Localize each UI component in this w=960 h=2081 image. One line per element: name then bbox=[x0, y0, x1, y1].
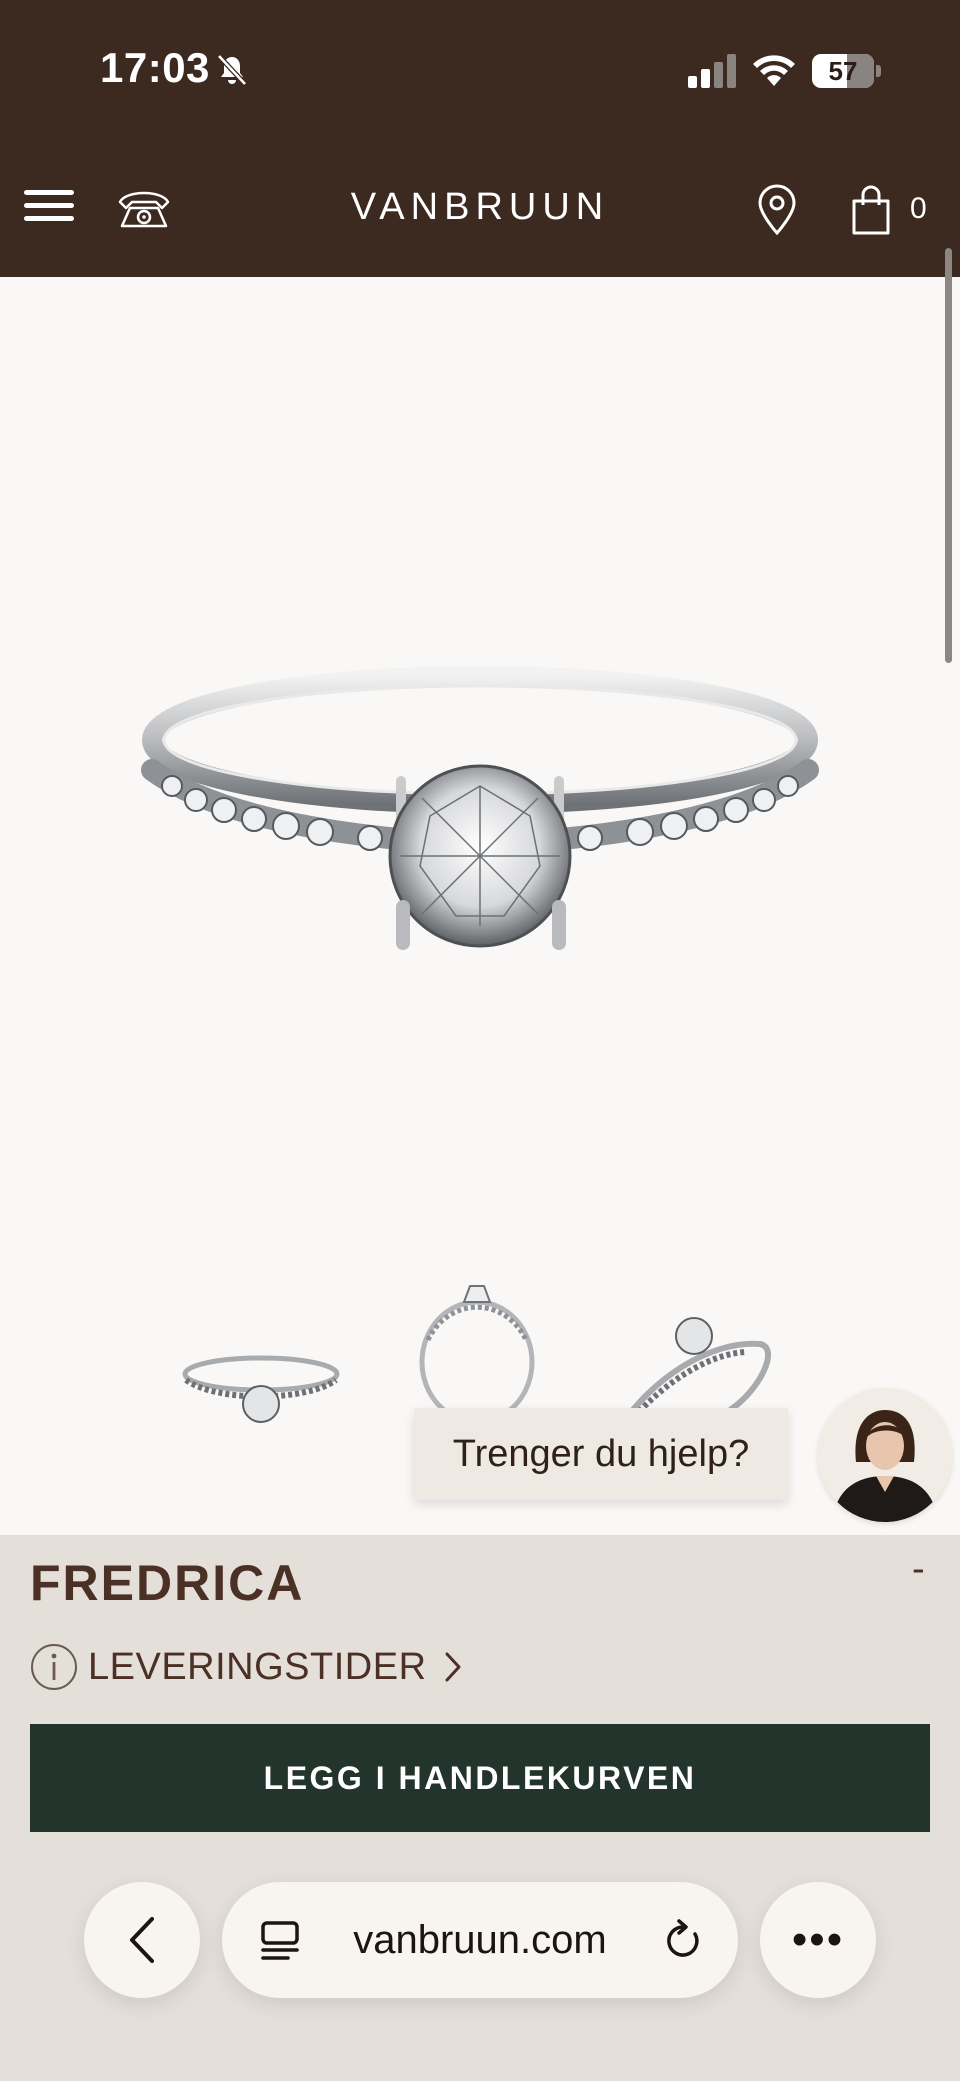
product-thumbnail-1[interactable] bbox=[176, 1340, 346, 1440]
ring-product-image[interactable] bbox=[100, 600, 860, 1040]
status-time: 17:03 bbox=[100, 44, 210, 91]
support-agent-avatar[interactable] bbox=[818, 1388, 952, 1522]
signal-icon bbox=[688, 54, 736, 88]
cart-count[interactable]: 0 bbox=[910, 192, 927, 226]
delivery-times-link[interactable]: LEVERINGSTIDER bbox=[30, 1642, 463, 1692]
scrollbar[interactable] bbox=[945, 248, 952, 663]
top-bar bbox=[0, 0, 960, 277]
help-label[interactable]: Trenger du hjelp? bbox=[453, 1433, 749, 1476]
more-options-button[interactable]: ••• bbox=[760, 1882, 876, 1998]
product-name: FREDRICA bbox=[30, 1555, 305, 1611]
chevron-left-icon bbox=[130, 1917, 154, 1963]
info-icon bbox=[31, 1644, 77, 1690]
url-text[interactable]: vanbruun.com bbox=[222, 1918, 738, 1963]
battery-level: 57 bbox=[828, 56, 858, 86]
reload-icon[interactable] bbox=[662, 1918, 704, 1962]
location-pin-icon[interactable] bbox=[756, 184, 798, 236]
address-bar[interactable]: vanbruun.com bbox=[222, 1882, 738, 1998]
add-to-cart-button[interactable]: LEGG I HANDLEKURVEN bbox=[30, 1724, 930, 1832]
battery-icon: 57 bbox=[812, 54, 882, 88]
collapse-toggle[interactable]: - bbox=[912, 1548, 925, 1591]
help-chat-bubble[interactable]: Trenger du hjelp? bbox=[414, 1408, 788, 1500]
brand-logo[interactable]: VANBRUUN bbox=[0, 186, 960, 229]
bell-off-icon bbox=[217, 54, 247, 86]
chevron-right-icon bbox=[445, 1652, 461, 1682]
shopping-bag-icon[interactable] bbox=[850, 184, 892, 236]
wifi-icon bbox=[753, 55, 795, 86]
delivery-times-label[interactable]: LEVERINGSTIDER bbox=[88, 1646, 427, 1689]
back-button[interactable] bbox=[84, 1882, 200, 1998]
